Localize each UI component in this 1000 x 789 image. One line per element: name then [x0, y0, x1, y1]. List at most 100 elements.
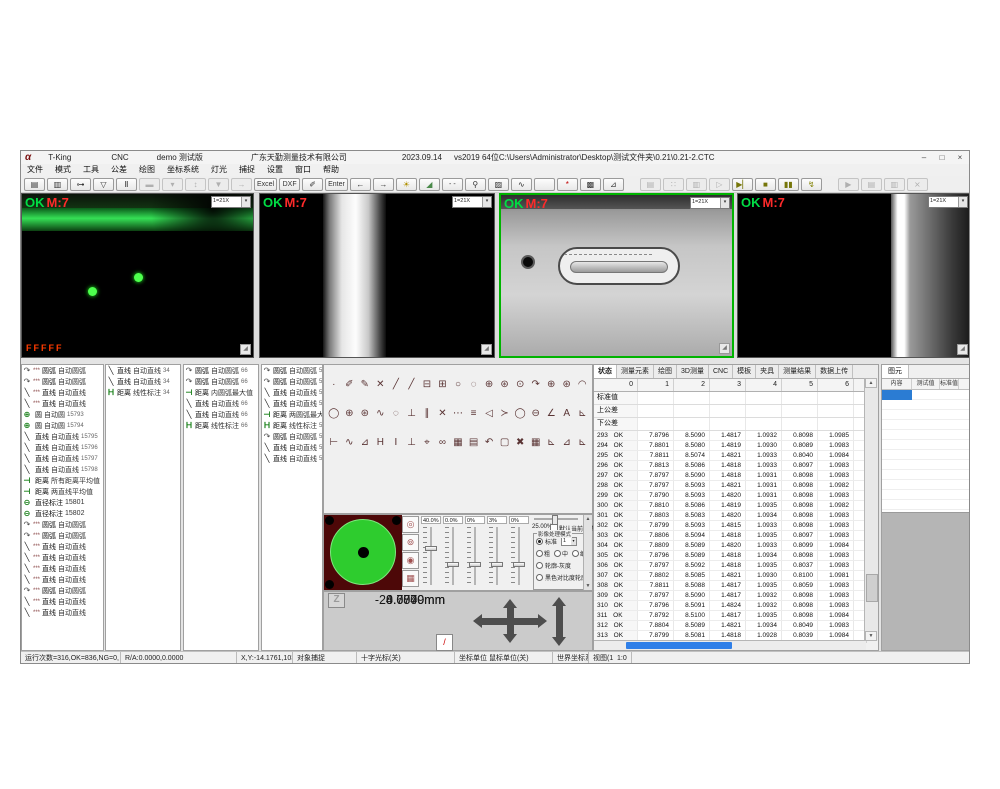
list-item[interactable]: ↷ 圆弧 自动圆弧 66: [184, 376, 258, 387]
menu-item[interactable]: 文件: [21, 164, 49, 176]
list-item[interactable]: ╲ *** 直线 自动直线: [22, 574, 103, 585]
list-item[interactable]: ╲ 直线 自动直线 55: [262, 398, 322, 409]
resize-grip-icon[interactable]: ◢: [719, 343, 730, 354]
construct-tool-icon[interactable]: ⊖: [528, 406, 543, 421]
hatch-button[interactable]: ▨: [488, 178, 509, 191]
radio-icon[interactable]: [536, 562, 543, 569]
qr-button[interactable]: ▩: [580, 178, 601, 191]
measure-tool-icon[interactable]: ╱: [404, 377, 419, 392]
scrollbar-thumb[interactable]: [626, 642, 732, 649]
radio-icon[interactable]: [572, 550, 579, 557]
measure-tool-icon[interactable]: ✎: [357, 377, 372, 392]
chevron-down-icon[interactable]: ▾: [482, 197, 491, 207]
table-tab[interactable]: CNC: [709, 365, 733, 378]
measure-tool-icon[interactable]: ⊛: [497, 377, 512, 392]
table-row[interactable]: 299 OK 7.87908.50931.48201.09310.80981.0…: [594, 491, 866, 501]
slider-thumb[interactable]: [469, 562, 481, 567]
measure-tool-icon[interactable]: ⊞: [435, 377, 450, 392]
scroll-down-icon[interactable]: ▼: [865, 631, 877, 641]
camera-view-3-selected[interactable]: OKM:7 1=21X ▾ ◢: [499, 193, 734, 358]
list-item[interactable]: ⊕ 圆 自动圆 15794: [22, 420, 103, 431]
construct-tool-icon[interactable]: ◁: [482, 406, 497, 421]
dimension-tool-icon[interactable]: ↶: [482, 435, 497, 450]
list-item[interactable]: ⊖ 直径标注 15801: [22, 497, 103, 508]
list-item[interactable]: ╲ 直线 自动直线 66: [184, 398, 258, 409]
dimension-tool-icon[interactable]: ⊿: [559, 435, 574, 450]
close-button[interactable]: ×: [951, 152, 969, 164]
dimension-tool-icon[interactable]: ∿: [342, 435, 357, 450]
stage-down-button[interactable]: ▾: [162, 178, 183, 191]
list-item[interactable]: Ｈ 距离 线性标注 55: [262, 420, 322, 431]
measure-tool-icon[interactable]: ⊛: [559, 377, 574, 392]
list-item[interactable]: ╲ 直线 自动直线 55: [262, 453, 322, 464]
chevron-down-icon[interactable]: ▾: [241, 197, 250, 207]
table-tab[interactable]: 夹具: [756, 365, 779, 378]
menu-item[interactable]: 绘图: [133, 164, 161, 176]
measure-tool-icon[interactable]: ⊙: [513, 377, 528, 392]
table-row[interactable]: 308 OK 7.88118.50881.48171.09350.80591.0…: [594, 581, 866, 591]
arrow-left-button[interactable]: ←: [350, 178, 371, 191]
play-button[interactable]: ▶: [838, 178, 859, 191]
measure-tool-icon[interactable]: ◌: [466, 377, 481, 392]
flag-tool-button[interactable]: ▽: [93, 178, 114, 191]
list-button[interactable]: ∷: [663, 178, 684, 191]
move-right-button[interactable]: →: [231, 178, 252, 191]
table-row[interactable]: 标准值: [594, 392, 866, 405]
chevron-down-icon[interactable]: ▾: [571, 538, 576, 545]
dimension-tool-icon[interactable]: ⊿: [357, 435, 372, 450]
resize-grip-icon[interactable]: ◢: [957, 344, 968, 355]
selected-cell[interactable]: [882, 390, 912, 400]
measure-tool-icon[interactable]: ✕: [373, 377, 388, 392]
resize-grip-icon[interactable]: ◢: [481, 344, 492, 355]
table-row[interactable]: 下公差: [594, 418, 866, 431]
list-item[interactable]: ↷ *** 圆弧 自动圆弧: [22, 519, 103, 530]
table-tab[interactable]: 数据上传: [816, 365, 853, 378]
light-channel-slider[interactable]: 0.0%: [443, 516, 465, 590]
options-scrollbar[interactable]: ▲ ▼: [583, 515, 592, 590]
chevron-down-icon[interactable]: ▾: [720, 198, 729, 208]
slider-track[interactable]: [474, 527, 476, 585]
z-updown-button[interactable]: ↕: [185, 178, 206, 191]
radio-icon[interactable]: [536, 550, 543, 557]
construct-tool-icon[interactable]: ⊛: [357, 406, 372, 421]
pause-button[interactable]: ▮▮: [778, 178, 799, 191]
light-channel-slider[interactable]: 0%: [465, 516, 487, 590]
light-bulb-button[interactable]: ☀: [396, 178, 417, 191]
stop-button[interactable]: ■: [755, 178, 776, 191]
scrollbar-thumb[interactable]: [866, 574, 878, 602]
table-row[interactable]: 307 OK 7.88028.50851.48211.09300.81001.0…: [594, 571, 866, 581]
measure-tool-icon[interactable]: ◠: [575, 377, 590, 392]
construct-tool-icon[interactable]: A: [559, 406, 574, 421]
probe-button[interactable]: ⊶: [70, 178, 91, 191]
camera-view-1[interactable]: FFFFF OKM:7 1=21X ▾ ◢: [21, 193, 254, 358]
list-item[interactable]: ╲ 直线 自动直线 15797: [22, 453, 103, 464]
list-item[interactable]: ╲ *** 直线 自动直线: [22, 398, 103, 409]
ring-segment-button[interactable]: ◎: [402, 516, 419, 533]
pen-button[interactable]: ✐: [302, 178, 323, 191]
list-item[interactable]: ↷ 圆弧 自动圆弧 55: [262, 431, 322, 442]
list-item[interactable]: ↷ 圆弧 自动圆弧 55: [262, 376, 322, 387]
dimension-tool-icon[interactable]: ⊾: [575, 435, 590, 450]
radio-icon[interactable]: [554, 550, 561, 557]
list-item[interactable]: ⊖ 直径标注 15802: [22, 508, 103, 519]
list-item[interactable]: ╲ 直线 自动直线 15795: [22, 431, 103, 442]
table-row[interactable]: 294 OK 7.88018.50801.48191.09300.80891.0…: [594, 441, 866, 451]
table-row[interactable]: 304 OK 7.88098.50891.48201.09330.80991.0…: [594, 541, 866, 551]
radio-black-contrast[interactable]: 黑色对比度轮廓: [536, 573, 585, 582]
star-button[interactable]: *: [557, 178, 578, 191]
dimension-tool-icon[interactable]: ✖: [513, 435, 528, 450]
caliper-tool-button[interactable]: Ⅱ: [116, 178, 137, 191]
table-row[interactable]: 297 OK 7.87978.50901.48181.09310.80981.0…: [594, 471, 866, 481]
dash-button[interactable]: - -: [442, 178, 463, 191]
dimension-tool-icon[interactable]: H: [373, 435, 388, 450]
magnification-combo[interactable]: 1=21X ▾: [690, 197, 730, 209]
ring-segment-button[interactable]: ▦: [402, 570, 419, 587]
menu-item[interactable]: 设置: [261, 164, 289, 176]
menu-item[interactable]: 灯光: [205, 164, 233, 176]
radio-standard[interactable]: 标准 1 ▾: [536, 537, 585, 546]
measure-tool-icon[interactable]: ╱: [389, 377, 404, 392]
list-item[interactable]: ↷ *** 圆弧 自动圆弧: [22, 376, 103, 387]
table-row[interactable]: 305 OK 7.87968.50891.48181.09340.80981.0…: [594, 551, 866, 561]
list-item[interactable]: ⊕ 圆 自动圆 15793: [22, 409, 103, 420]
dimension-tool-icon[interactable]: ⊢: [326, 435, 341, 450]
